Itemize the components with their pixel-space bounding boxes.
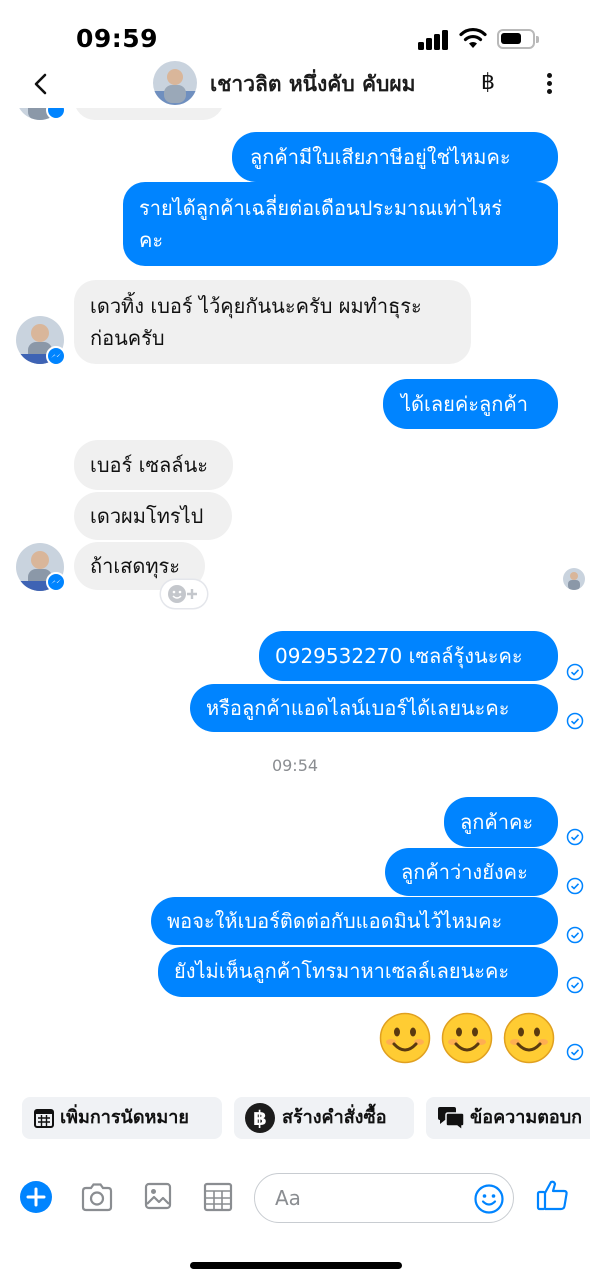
messenger-badge-icon [46, 346, 66, 366]
outgoing-message[interactable]: ได้เลยค่ะลูกค้า [383, 379, 558, 429]
add-icon[interactable] [19, 1180, 53, 1214]
chat-bubbles-icon [438, 1107, 465, 1132]
message-text: 0929532270 เซลล์รุ้งนะคะ [275, 644, 523, 668]
emoji-icon[interactable] [474, 1184, 504, 1214]
svg-text:฿: ฿ [253, 1106, 267, 1130]
seen-avatar [563, 568, 585, 590]
contact-name[interactable]: เชาวลิต หนึ่งคับ คับผม [210, 68, 416, 101]
home-indicator [190, 1262, 402, 1269]
status-time: 09:59 [76, 24, 159, 53]
add-appointment-button[interactable]: เพิ่มการนัดหมาย [22, 1097, 222, 1139]
outgoing-message[interactable]: พอจะให้เบอร์ติดต่อกับแอดมินไว้ไหมคะ [151, 897, 558, 945]
smile-emoji-icon[interactable] [503, 1012, 555, 1064]
outgoing-message[interactable]: หรือลูกค้าแอดไลน์เบอร์ได้เลยนะคะ [190, 684, 558, 732]
signal-icon [418, 28, 450, 50]
message-text: ก่อนครับ [90, 326, 165, 350]
outgoing-message[interactable]: ยังไม่เห็นลูกค้าโทรมาหาเซลล์เลยนะคะ [158, 947, 558, 997]
outgoing-message[interactable]: ลูกค้ามีใบเสียภาษีอยู่ใช่ไหมคะ [232, 132, 558, 182]
check-icon [566, 976, 584, 994]
message-text: ได้เลยค่ะลูกค้า [401, 392, 528, 416]
wifi-icon [459, 27, 487, 48]
incoming-message[interactable]: เบอร์ เซลล์นะ [74, 440, 233, 490]
baht-icon[interactable]: ฿ [474, 68, 502, 98]
chip-label: สร้างคำสั่งซื้อ [282, 1107, 387, 1128]
message-text: รายได้ลูกค้าเฉลี่ยต่อเดือนประมาณเท่าไหร่ [139, 196, 503, 220]
messenger-badge-icon [46, 572, 66, 592]
incoming-message[interactable]: เดวทิ้ง เบอร์ ไว้คุยกันนะครับ ผมทำธุระ ก… [74, 280, 471, 364]
battery-icon [497, 29, 539, 49]
calendar-icon [34, 1109, 54, 1128]
message-text: คะ [139, 228, 164, 252]
check-icon [566, 877, 584, 895]
create-order-button[interactable]: ฿ สร้างคำสั่งซื้อ [234, 1097, 414, 1139]
chat-thread: ลูกค้ามีใบเสียภาษีอยู่ใช่ไหมคะ รายได้ลูก… [0, 108, 590, 1080]
message-text: เดวผมโทรไป [90, 504, 204, 528]
outgoing-message[interactable]: ลูกค้าว่างยังคะ [385, 848, 558, 896]
contact-avatar[interactable] [153, 61, 197, 105]
message-text: ลูกค้าว่างยังคะ [401, 860, 528, 884]
conversation-header: เชาวลิต หนึ่งคับ คับผม ฿ [0, 60, 590, 108]
smile-emoji-icon[interactable] [379, 1012, 431, 1064]
smile-emoji-icon[interactable] [441, 1012, 493, 1064]
check-icon [566, 828, 584, 846]
message-text: ยังไม่เห็นลูกค้าโทรมาหาเซลล์เลยนะคะ [174, 959, 510, 983]
incoming-message[interactable]: เดวผมโทรไป [74, 492, 232, 540]
incoming-bubble-partial [74, 108, 224, 120]
outgoing-message[interactable]: ลูกค้าคะ [444, 797, 558, 847]
saved-reply-button[interactable]: ข้อความตอบก [426, 1097, 590, 1139]
more-icon[interactable] [538, 68, 562, 98]
quick-actions-bar: เพิ่มการนัดหมาย ฿ สร้างคำสั่งซื้อ ข้อควา… [0, 1097, 590, 1143]
message-text: เบอร์ เซลล์นะ [90, 453, 208, 477]
check-icon [566, 663, 584, 681]
outgoing-message[interactable]: รายได้ลูกค้าเฉลี่ยต่อเดือนประมาณเท่าไหร่… [123, 182, 558, 266]
message-text: ลูกค้าคะ [460, 810, 534, 834]
message-text: หรือลูกค้าแอดไลน์เบอร์ได้เลยนะคะ [206, 696, 510, 720]
chip-label: เพิ่มการนัดหมาย [60, 1107, 189, 1128]
status-bar: 09:59 [0, 0, 590, 60]
check-icon [566, 1043, 584, 1061]
message-text: ลูกค้ามีใบเสียภาษีอยู่ใช่ไหมคะ [250, 145, 511, 169]
message-text: ถ้าเสดทุระ [90, 554, 181, 578]
baht-icon: ฿ [245, 1103, 275, 1133]
message-text: เดวทิ้ง เบอร์ ไว้คุยกันนะครับ ผมทำธุระ [90, 294, 422, 318]
input-placeholder: Aa [275, 1186, 301, 1210]
check-icon [566, 926, 584, 944]
camera-icon[interactable] [80, 1182, 114, 1212]
timestamp: 09:54 [271, 756, 319, 775]
message-text: พอจะให้เบอร์ติดต่อกับแอดมินไว้ไหมคะ [167, 909, 503, 933]
outgoing-message[interactable]: 0929532270 เซลล์รุ้งนะคะ [259, 631, 558, 681]
chip-label: ข้อความตอบก [470, 1107, 583, 1128]
like-icon[interactable] [536, 1178, 570, 1212]
template-icon[interactable] [203, 1182, 233, 1212]
check-icon [566, 712, 584, 730]
message-input[interactable]: Aa [254, 1173, 514, 1223]
composer: Aa [0, 1160, 590, 1240]
add-reaction-icon[interactable] [161, 580, 207, 608]
back-icon[interactable] [28, 68, 56, 100]
gallery-icon[interactable] [144, 1182, 172, 1210]
